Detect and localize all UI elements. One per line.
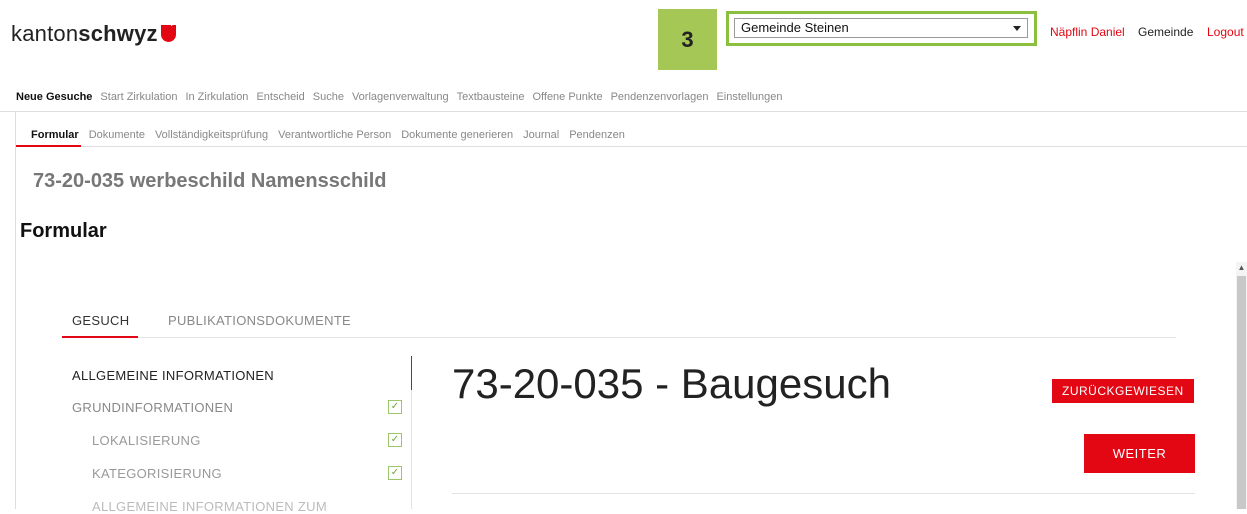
subnav-active-indicator: [16, 145, 81, 147]
logo-text-light: kanton: [11, 21, 79, 46]
kanton-schwyz-logo[interactable]: kantonschwyz: [11, 19, 176, 47]
main-navigation: Neue Gesuche Start Zirkulation In Zirkul…: [16, 91, 783, 103]
nav-pendenzenvorlagen[interactable]: Pendenzenvorlagen: [611, 91, 709, 103]
tab-active-indicator: [62, 336, 138, 338]
check-icon: ✓: [388, 433, 402, 447]
nav-start-zirkulation[interactable]: Start Zirkulation: [100, 91, 177, 103]
gesuch-title: 73-20-035 - Baugesuch: [452, 360, 891, 407]
nav-vorlagenverwaltung[interactable]: Vorlagenverwaltung: [352, 91, 449, 103]
role-link[interactable]: Gemeinde: [1138, 25, 1193, 39]
menu-item-allgemeine-informationen[interactable]: ALLGEMEINE INFORMATIONEN: [72, 368, 274, 383]
subnav-pendenzen[interactable]: Pendenzen: [569, 129, 625, 141]
nav-in-zirkulation[interactable]: In Zirkulation: [185, 91, 248, 103]
check-icon: ✓: [388, 466, 402, 480]
subnav-dokumente-generieren[interactable]: Dokumente generieren: [401, 129, 513, 141]
menu-item-allgemeine-informationen-zum[interactable]: ALLGEMEINE INFORMATIONEN ZUM: [92, 499, 327, 514]
user-name-link[interactable]: Näpflin Daniel: [1050, 25, 1125, 39]
sub-nav-divider: [16, 146, 1247, 147]
main-nav-divider: [0, 111, 1247, 112]
nav-neue-gesuche[interactable]: Neue Gesuche: [16, 91, 92, 103]
menu-item-lokalisierung[interactable]: LOKALISIERUNG: [92, 433, 201, 448]
status-badge: ZURÜCKGEWIESEN: [1052, 379, 1194, 403]
scrollbar-thumb[interactable]: [1237, 276, 1246, 509]
tab-publikationsdokumente[interactable]: PUBLIKATIONSDOKUMENTE: [168, 313, 351, 328]
subnav-formular[interactable]: Formular: [31, 129, 79, 141]
menu-active-indicator: [411, 356, 412, 390]
menu-item-grundinformationen[interactable]: GRUNDINFORMATIONEN: [72, 400, 233, 415]
logout-link[interactable]: Logout: [1207, 25, 1244, 39]
nav-entscheid[interactable]: Entscheid: [256, 91, 304, 103]
sub-navigation: Formular Dokumente Vollständigkeitsprüfu…: [31, 129, 625, 141]
nav-textbausteine[interactable]: Textbausteine: [457, 91, 525, 103]
subnav-vollstaendigkeitspruefung[interactable]: Vollständigkeitsprüfung: [155, 129, 268, 141]
left-border: [15, 111, 16, 509]
subnav-dokumente[interactable]: Dokumente: [89, 129, 145, 141]
chevron-down-icon: [1013, 26, 1021, 31]
content-divider: [452, 493, 1195, 494]
logo-text-bold: schwyz: [78, 21, 158, 46]
nav-suche[interactable]: Suche: [313, 91, 344, 103]
check-icon: ✓: [388, 400, 402, 414]
subnav-verantwortliche-person[interactable]: Verantwortliche Person: [278, 129, 391, 141]
nav-offene-punkte[interactable]: Offene Punkte: [532, 91, 602, 103]
scroll-up-arrow-icon[interactable]: ▲: [1236, 262, 1247, 273]
nav-einstellungen[interactable]: Einstellungen: [716, 91, 782, 103]
gemeinde-select-highlight: Gemeinde Steinen: [726, 11, 1037, 46]
step-number-badge: 3: [658, 9, 717, 70]
tab-divider: [62, 337, 1176, 338]
page-title: 73-20-035 werbeschild Namensschild: [33, 170, 387, 192]
subnav-journal[interactable]: Journal: [523, 129, 559, 141]
section-title: Formular: [20, 220, 107, 242]
tab-gesuch[interactable]: GESUCH: [72, 313, 129, 328]
coat-of-arms-icon: [160, 19, 176, 42]
gemeinde-select[interactable]: Gemeinde Steinen: [734, 18, 1028, 38]
menu-item-kategorisierung[interactable]: KATEGORISIERUNG: [92, 466, 222, 481]
gemeinde-select-value: Gemeinde Steinen: [741, 20, 849, 35]
weiter-button[interactable]: WEITER: [1084, 434, 1195, 473]
